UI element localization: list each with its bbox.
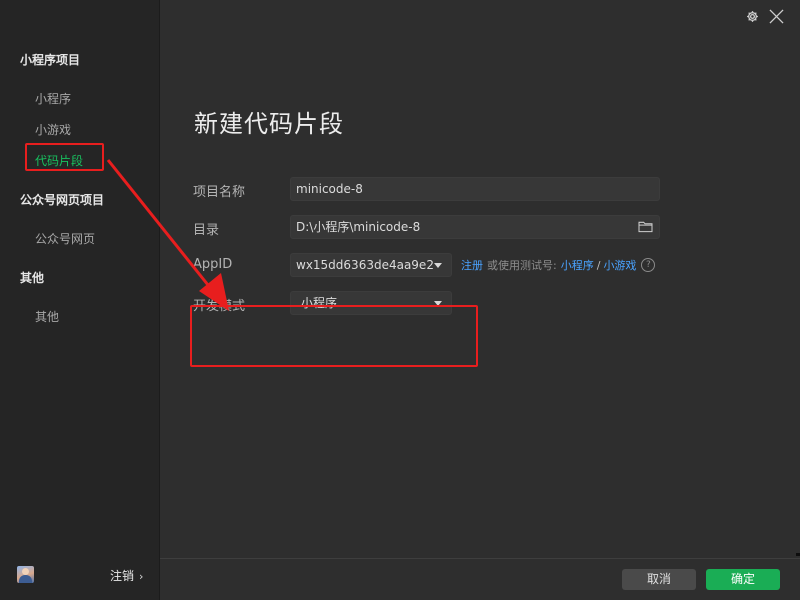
- folder-icon[interactable]: [638, 220, 653, 233]
- sidebar-group-official-account-projects: 公众号网页项目: [20, 193, 105, 207]
- appid-select[interactable]: wx15dd6363de4aa9e2: [290, 253, 452, 277]
- appid-label: AppID: [193, 257, 233, 272]
- sidebar-item-miniprogram[interactable]: 小程序: [35, 90, 71, 107]
- main-panel: 新建代码片段 项目名称 minicode-8 目录 D:\小程序\minicod…: [160, 0, 800, 558]
- dev-mode-label: 开发模式: [193, 299, 246, 314]
- chevron-down-icon: [434, 301, 442, 306]
- project-name-value: minicode-8: [296, 182, 363, 196]
- register-link[interactable]: 注册: [461, 257, 483, 273]
- window-edge-mark: [796, 553, 800, 556]
- link-separator: /: [596, 258, 601, 272]
- directory-input[interactable]: D:\小程序\minicode-8: [290, 215, 660, 239]
- sidebar-group-miniprogram-projects: 小程序项目: [20, 53, 81, 67]
- project-name-label: 项目名称: [193, 185, 246, 200]
- avatar-head-shape: [22, 568, 29, 575]
- test-miniprogram-link[interactable]: 小程序: [561, 257, 594, 273]
- close-icon[interactable]: [769, 9, 784, 24]
- help-icon[interactable]: ?: [641, 258, 656, 272]
- directory-label: 目录: [193, 223, 220, 238]
- appid-links: 注册 或使用测试号: 小程序 / 小游戏 ?: [461, 257, 656, 273]
- sidebar-item-official-account-web[interactable]: 公众号网页: [35, 230, 95, 247]
- sidebar-item-minigame[interactable]: 小游戏: [35, 121, 71, 138]
- dev-mode-select[interactable]: 小程序: [290, 291, 452, 315]
- dialog-footer: 取消 确定: [160, 558, 800, 600]
- logout-button[interactable]: 注销 ›: [110, 567, 143, 584]
- sidebar-footer: 注销 ›: [0, 556, 160, 600]
- project-name-input[interactable]: minicode-8: [290, 177, 660, 201]
- test-account-text: 或使用测试号:: [487, 259, 557, 272]
- dev-mode-value: 小程序: [301, 296, 338, 310]
- appid-value: wx15dd6363de4aa9e2: [296, 258, 434, 272]
- page-title: 新建代码片段: [194, 110, 344, 138]
- avatar[interactable]: [17, 566, 34, 583]
- cancel-button[interactable]: 取消: [622, 569, 696, 590]
- gear-icon[interactable]: [746, 10, 759, 23]
- sidebar: 小程序项目 小程序 小游戏 代码片段 公众号网页项目 公众号网页 其他 其他 注…: [0, 0, 160, 600]
- sidebar-item-code-snippet[interactable]: 代码片段: [35, 152, 83, 169]
- window-controls: [746, 9, 784, 24]
- avatar-body-shape: [19, 575, 32, 583]
- chevron-right-icon: ›: [139, 570, 144, 583]
- test-minigame-link[interactable]: 小游戏: [603, 257, 636, 273]
- sidebar-group-other: 其他: [20, 271, 45, 285]
- directory-value: D:\小程序\minicode-8: [296, 220, 421, 234]
- logout-label: 注销: [110, 569, 135, 583]
- confirm-button[interactable]: 确定: [706, 569, 780, 590]
- sidebar-item-other[interactable]: 其他: [35, 308, 59, 325]
- app-window: 小程序项目 小程序 小游戏 代码片段 公众号网页项目 公众号网页 其他 其他 注…: [0, 0, 800, 600]
- chevron-down-icon: [434, 263, 442, 268]
